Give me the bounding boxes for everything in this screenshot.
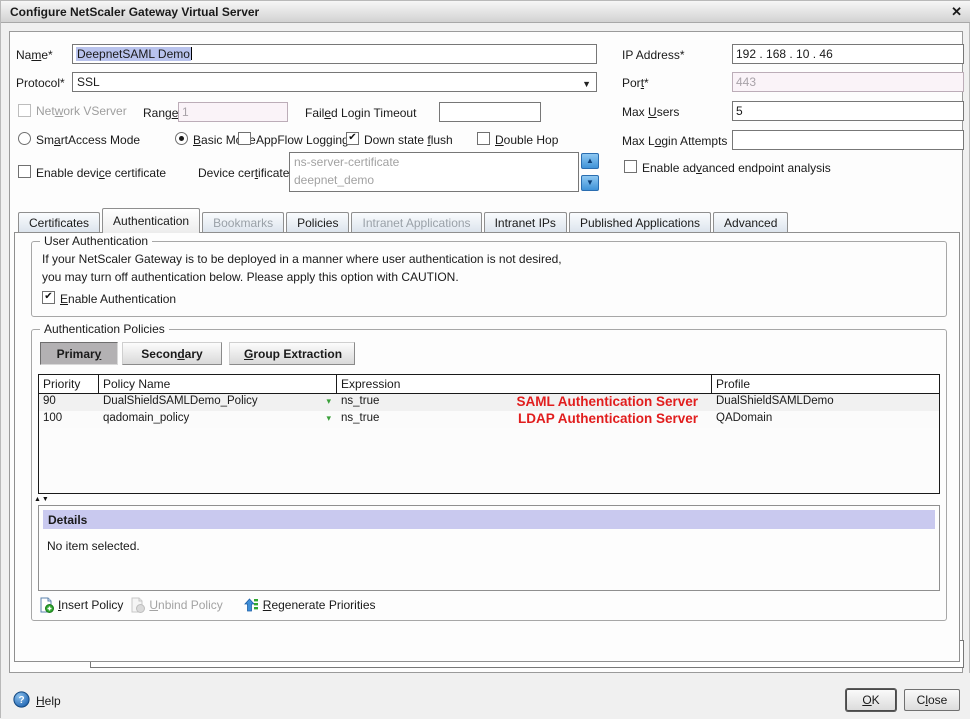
user-auth-text-line1: If your NetScaler Gateway is to be deplo…	[42, 252, 562, 266]
arrow-up-icon: ▲	[586, 156, 594, 165]
down-state-flush-checkbox[interactable]: ✔	[346, 132, 359, 145]
smartaccess-mode-radio[interactable]	[18, 132, 31, 145]
group-legend: Authentication Policies	[40, 322, 169, 336]
list-item: deepnet_demo	[290, 171, 578, 189]
tab-bookmarks: Bookmarks	[202, 212, 284, 233]
ok-button[interactable]: OK	[846, 689, 896, 711]
secondary-button[interactable]: Secondary	[122, 342, 222, 365]
device-certificate-ca-list[interactable]: ns-server-certificate deepnet_demo	[289, 152, 579, 192]
tab-published-applications[interactable]: Published Applications	[569, 212, 711, 233]
user-authentication-group: User Authentication If your NetScaler Ga…	[31, 241, 947, 317]
network-vserver-checkbox	[18, 104, 31, 117]
policy-toolbar: Insert Policy Unbind Policy Regenerate P…	[38, 597, 376, 613]
failed-login-timeout-input[interactable]	[439, 102, 541, 122]
unbind-policy-button: Unbind Policy	[129, 597, 222, 613]
name-label: Name*	[16, 48, 53, 62]
splitter-handle-icon[interactable]: ▲▼	[34, 496, 50, 503]
user-auth-text-line2: you may turn off authentication below. P…	[42, 270, 459, 284]
policy-expand-icon[interactable]: ▾	[326, 413, 331, 424]
failed-login-timeout-label: Failed Login Timeout	[305, 106, 416, 120]
check-icon: ✔	[44, 291, 52, 302]
dialog-body: Name* DeepnetSAML Demo IP Address* 192 .…	[9, 31, 963, 673]
protocol-select[interactable]: SSL ▼	[72, 72, 597, 92]
down-state-flush-label: Down state flush	[364, 133, 453, 147]
check-icon: ✔	[348, 132, 356, 143]
protocol-label: Protocol*	[16, 76, 65, 90]
svg-text:?: ?	[18, 695, 24, 706]
help-icon: ?	[13, 691, 30, 711]
enable-device-certificate-checkbox[interactable]	[18, 165, 31, 178]
scroll-down-button[interactable]: ▼	[581, 175, 599, 191]
max-login-attempts-input[interactable]	[732, 130, 964, 150]
details-header: Details	[43, 510, 935, 529]
basic-mode-radio[interactable]	[175, 132, 188, 145]
authentication-tab-panel: User Authentication If your NetScaler Ga…	[14, 232, 960, 662]
close-icon[interactable]: ✕	[951, 5, 962, 18]
tab-advanced[interactable]: Advanced	[713, 212, 788, 233]
port-input: 443	[732, 72, 964, 92]
annotation-saml: SAML Authentication Server	[516, 394, 698, 409]
tab-bar: Certificates Authentication Bookmarks Po…	[18, 207, 790, 233]
window-title: Configure NetScaler Gateway Virtual Serv…	[10, 5, 259, 19]
column-header-priority[interactable]: Priority	[39, 375, 99, 393]
network-vserver-label: Network VServer	[36, 104, 127, 118]
smartaccess-mode-label: SmartAccess Mode	[36, 133, 140, 147]
table-header: Priority Policy Name Expression Profile	[39, 375, 939, 394]
document-add-icon	[38, 597, 54, 613]
column-header-profile[interactable]: Profile	[712, 375, 939, 393]
group-extraction-button[interactable]: Group Extraction	[229, 342, 355, 365]
enable-authentication-checkbox[interactable]: ✔	[42, 291, 55, 304]
text-caret	[191, 47, 192, 60]
ip-address-input[interactable]: 192 . 168 . 10 . 46	[732, 44, 964, 64]
max-users-input[interactable]: 5	[732, 101, 964, 121]
range-label: Range	[143, 106, 178, 120]
selected-text: DeepnetSAML Demo	[76, 47, 191, 61]
footer-bar: ? Help OK Close	[1, 673, 970, 719]
double-hop-checkbox[interactable]	[477, 132, 490, 145]
column-header-policy-name[interactable]: Policy Name	[99, 375, 337, 393]
tab-intranet-applications: Intranet Applications	[351, 212, 481, 233]
authentication-policies-group: Authentication Policies Primary Secondar…	[31, 329, 947, 621]
tab-authentication[interactable]: Authentication	[102, 208, 200, 233]
enable-advanced-epa-label: Enable advanced endpoint analysis	[642, 161, 831, 175]
policy-expand-icon[interactable]: ▾	[326, 396, 331, 407]
tab-certificates[interactable]: Certificates	[18, 212, 100, 233]
close-button[interactable]: Close	[904, 689, 960, 711]
range-input: 1	[178, 102, 288, 122]
appflow-logging-checkbox[interactable]	[238, 132, 251, 145]
tab-policies[interactable]: Policies	[286, 212, 349, 233]
double-hop-label: Double Hop	[495, 133, 558, 147]
list-item: ns-server-certificate	[290, 153, 578, 171]
policy-table: Priority Policy Name Expression Profile …	[38, 374, 940, 494]
enable-device-certificate-label: Enable device certificate	[36, 166, 166, 180]
scroll-up-button[interactable]: ▲	[581, 153, 599, 169]
group-legend: User Authentication	[40, 234, 152, 248]
primary-button[interactable]: Primary	[40, 342, 118, 365]
name-input[interactable]: DeepnetSAML Demo	[72, 44, 597, 64]
enable-authentication-label: Enable Authentication	[60, 292, 176, 306]
sort-arrow-icon	[243, 597, 259, 613]
details-body: No item selected.	[47, 539, 140, 553]
table-row[interactable]: 90 DualShieldSAMLDemo_Policy▾ ns_trueSAM…	[39, 394, 939, 411]
table-row[interactable]: 100 qadomain_policy▾ ns_trueLDAP Authent…	[39, 411, 939, 428]
appflow-logging-label: AppFlow Logging	[256, 133, 349, 147]
help-button[interactable]: ? Help	[13, 691, 61, 711]
insert-policy-button[interactable]: Insert Policy	[38, 597, 123, 613]
title-bar: Configure NetScaler Gateway Virtual Serv…	[1, 1, 970, 23]
tab-intranet-ips[interactable]: Intranet IPs	[484, 212, 567, 233]
arrow-down-icon: ▼	[586, 178, 594, 187]
annotation-ldap: LDAP Authentication Server	[518, 411, 698, 426]
details-panel: Details No item selected.	[38, 505, 940, 591]
ip-address-label: IP Address*	[622, 48, 684, 62]
max-users-label: Max Users	[622, 105, 679, 119]
port-label: Port*	[622, 76, 649, 90]
chevron-down-icon: ▼	[582, 77, 591, 92]
enable-advanced-epa-checkbox[interactable]	[624, 160, 637, 173]
column-header-expression[interactable]: Expression	[337, 375, 712, 393]
max-login-attempts-label: Max Login Attempts	[622, 134, 727, 148]
document-remove-icon	[129, 597, 145, 613]
regenerate-priorities-button[interactable]: Regenerate Priorities	[243, 597, 376, 613]
